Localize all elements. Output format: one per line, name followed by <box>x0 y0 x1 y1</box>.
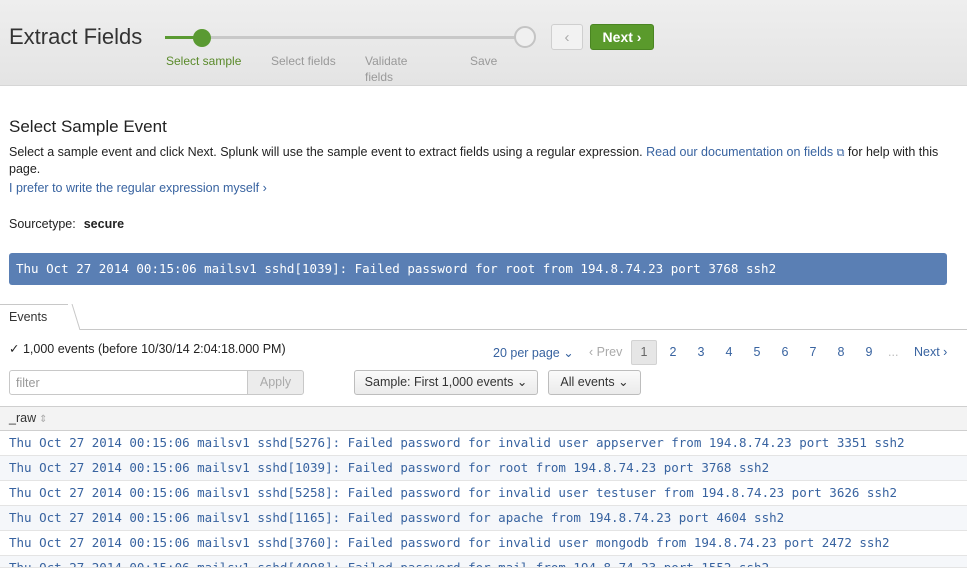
per-page-dropdown[interactable]: 20 per page ⌄ <box>493 345 574 360</box>
sourcetype-label: Sourcetype: <box>9 217 76 231</box>
step-label-select-fields: Select fields <box>271 54 336 68</box>
tab-edge <box>68 304 80 330</box>
table-row[interactable]: Thu Oct 27 2014 00:15:06 mailsv1 sshd[10… <box>0 456 967 481</box>
sort-icon: ⇕ <box>39 414 48 425</box>
all-events-dropdown[interactable]: All events ⌄ <box>548 370 641 395</box>
page-8[interactable]: 8 <box>828 340 854 365</box>
selected-sample-event: Thu Oct 27 2014 00:15:06 mailsv1 sshd[10… <box>9 253 947 285</box>
pager-prev-button[interactable]: ‹ Prev <box>589 345 622 359</box>
table-row[interactable]: Thu Oct 27 2014 00:15:06 mailsv1 sshd[52… <box>0 431 967 456</box>
filter-input[interactable] <box>9 370 248 395</box>
description-text: Select a sample event and click Next. Sp… <box>9 145 647 159</box>
sample-dropdown-label: Sample: First 1,000 events <box>364 375 514 389</box>
column-header-label: _raw <box>9 411 37 425</box>
chevron-down-icon: ⌄ <box>618 375 629 389</box>
pager-next-button[interactable]: Next › <box>914 345 947 359</box>
table-row[interactable]: Thu Oct 27 2014 00:15:06 mailsv1 sshd[52… <box>0 481 967 506</box>
write-regex-link[interactable]: I prefer to write the regular expression… <box>9 181 267 195</box>
sourcetype-row: Sourcetype: secure <box>9 217 124 231</box>
apply-button[interactable]: Apply <box>247 370 304 395</box>
page-4[interactable]: 4 <box>716 340 742 365</box>
page-9[interactable]: 9 <box>856 340 882 365</box>
table-row[interactable]: Thu Oct 27 2014 00:15:06 mailsv1 sshd[11… <box>0 506 967 531</box>
pager-ellipsis: ... <box>888 345 899 359</box>
page-7[interactable]: 7 <box>800 340 826 365</box>
sourcetype-value: secure <box>83 217 125 231</box>
event-count: ✓ 1,000 events (before 10/30/14 2:04:18.… <box>9 342 286 356</box>
page-header: Extract Fields Select sample Select fiel… <box>0 0 967 86</box>
page-5[interactable]: 5 <box>744 340 770 365</box>
column-header-raw[interactable]: _raw ⇕ <box>0 406 967 431</box>
back-button[interactable]: ‹ <box>551 24 583 50</box>
page-1[interactable]: 1 <box>631 340 657 365</box>
page-3[interactable]: 3 <box>688 340 714 365</box>
tab-events[interactable]: Events <box>0 304 72 330</box>
documentation-link[interactable]: Read our documentation on fields <box>646 145 833 159</box>
all-events-dropdown-label: All events <box>560 375 615 389</box>
per-page-label: 20 per page <box>493 346 560 360</box>
next-button[interactable]: Next › <box>590 24 654 50</box>
description: Select a sample event and click Next. Sp… <box>9 144 954 177</box>
sample-dropdown[interactable]: Sample: First 1,000 events ⌄ <box>354 370 538 395</box>
step-dot-select-sample <box>193 29 211 47</box>
section-title: Select Sample Event <box>9 117 167 136</box>
tab-divider <box>0 329 967 330</box>
table-row[interactable]: Thu Oct 27 2014 00:15:06 mailsv1 sshd[37… <box>0 531 967 556</box>
page-2[interactable]: 2 <box>660 340 686 365</box>
chevron-down-icon: ⌄ <box>516 375 528 389</box>
step-progress-track <box>165 36 525 39</box>
step-dot-save <box>514 26 536 48</box>
page-6[interactable]: 6 <box>772 340 798 365</box>
page-title: Extract Fields <box>9 24 143 49</box>
step-label-validate-fields: Validate fields <box>365 54 408 84</box>
table-row[interactable]: Thu Oct 27 2014 00:15:06 mailsv1 sshd[49… <box>0 556 967 568</box>
chevron-down-icon: ⌄ <box>563 346 574 360</box>
step-label-save: Save <box>470 54 498 68</box>
step-label-select-sample: Select sample <box>166 54 242 68</box>
